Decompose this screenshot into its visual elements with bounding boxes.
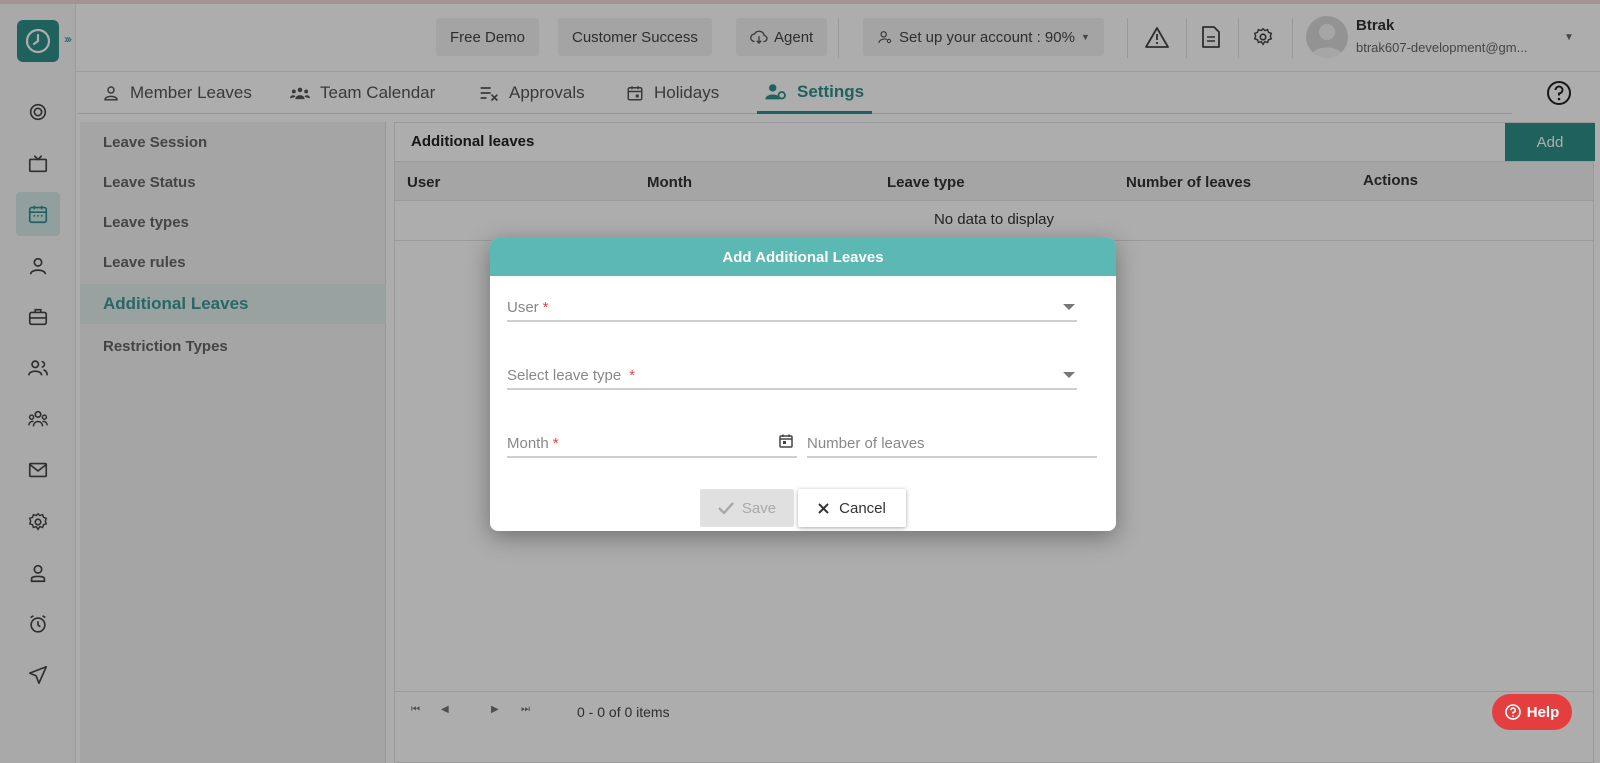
leave-type-field-label: Select leave type *: [507, 367, 636, 384]
help-circle-icon: [1504, 704, 1521, 720]
user-select[interactable]: User *: [507, 288, 1077, 322]
required-mark: *: [542, 299, 549, 316]
save-label: Save: [741, 499, 777, 517]
required-mark: *: [629, 367, 636, 384]
month-field[interactable]: Month *: [507, 424, 797, 458]
month-field-label: Month *: [507, 435, 559, 452]
add-additional-leaves-dialog: Add Additional Leaves User * Select leave…: [490, 238, 1116, 531]
save-button[interactable]: Save: [700, 489, 794, 527]
close-icon: [818, 502, 829, 514]
leave-type-select[interactable]: Select leave type *: [507, 356, 1077, 390]
check-icon: [718, 502, 734, 514]
help-button[interactable]: Help: [1492, 694, 1572, 730]
user-field-label: User *: [507, 299, 549, 316]
dialog-title: Add Additional Leaves: [490, 238, 1116, 276]
number-of-leaves-input[interactable]: Number of leaves: [807, 424, 1097, 458]
dropdown-arrow-icon: [1063, 372, 1075, 378]
date-picker-icon[interactable]: [779, 434, 793, 448]
required-mark: *: [552, 435, 559, 452]
help-label: Help: [1526, 703, 1560, 721]
cancel-button[interactable]: Cancel: [798, 489, 906, 527]
number-of-leaves-label: Number of leaves: [807, 435, 925, 452]
cancel-label: Cancel: [839, 499, 886, 517]
dropdown-arrow-icon: [1063, 304, 1075, 310]
